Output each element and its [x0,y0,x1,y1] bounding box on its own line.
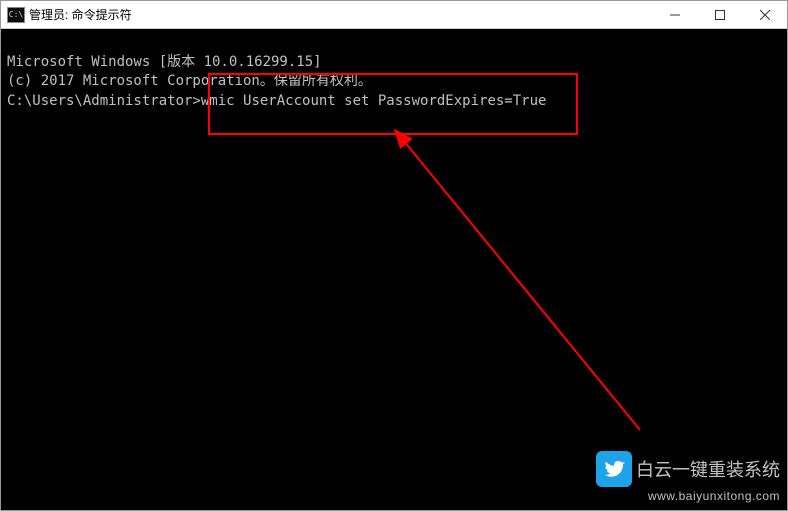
cmd-icon-text: C:\ [9,11,23,19]
cmd-icon: C:\ [7,7,25,23]
close-button[interactable] [742,1,787,28]
minimize-button[interactable] [652,1,697,28]
watermark-bird-icon [596,451,632,487]
maximize-button[interactable] [697,1,742,28]
watermark-text: 白云一键重装系统 [636,456,780,482]
watermark-url: www.baiyunxitong.com [648,489,780,503]
terminal-line-2: (c) 2017 Microsoft Corporation。保留所有权利。 [7,72,781,92]
window-title: 管理员: 命令提示符 [29,6,652,23]
titlebar: C:\ 管理员: 命令提示符 [1,1,787,29]
window-controls [652,1,787,28]
terminal-area[interactable]: Microsoft Windows [版本 10.0.16299.15](c) … [1,29,787,510]
terminal-command: wmic UserAccount set PasswordExpires=Tru… [201,93,547,109]
terminal-prompt: C:\Users\Administrator> [7,93,201,109]
terminal-line-1: Microsoft Windows [版本 10.0.16299.15] [7,53,781,73]
watermark: 白云一键重装系统 www.baiyunxitong.com [596,451,780,503]
